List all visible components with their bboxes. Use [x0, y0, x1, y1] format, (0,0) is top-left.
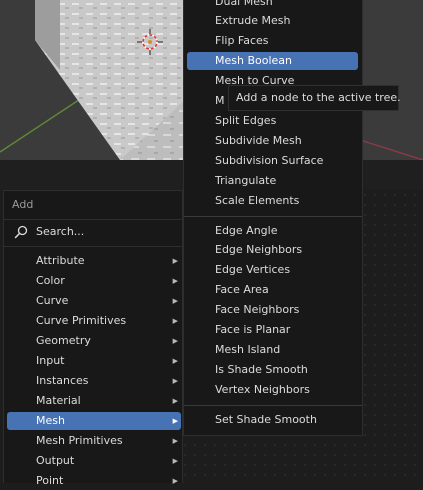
- menu-item-label: Point: [36, 474, 64, 487]
- menu-item-material[interactable]: Material ▶: [7, 392, 181, 410]
- menu-item-attribute[interactable]: Attribute ▶: [7, 252, 181, 270]
- menu-item-mesh-boolean[interactable]: Mesh Boolean: [187, 52, 358, 70]
- menu-item-set-shade-smooth[interactable]: Set Shade Smooth: [187, 411, 358, 429]
- menu-item-label: Material: [36, 394, 81, 407]
- submenu-arrow-icon: ▶: [172, 277, 178, 285]
- menu-separator: [184, 405, 362, 406]
- menu-item-geometry[interactable]: Geometry ▶: [7, 332, 181, 350]
- menu-item-vertex-neighbors[interactable]: Vertex Neighbors: [187, 381, 358, 399]
- menu-item-flip-faces[interactable]: Flip Faces: [187, 32, 358, 50]
- menu-item-dual-mesh[interactable]: Dual Mesh: [187, 0, 358, 11]
- menu-item-point[interactable]: Point ▶: [7, 472, 181, 490]
- search-label: Search...: [36, 225, 85, 238]
- menu-item-output[interactable]: Output ▶: [7, 452, 181, 470]
- menu-item-face-is-planar[interactable]: Face is Planar: [187, 321, 358, 339]
- submenu-arrow-icon: ▶: [172, 257, 178, 265]
- search-row[interactable]: Search...: [4, 219, 182, 247]
- submenu-arrow-icon: ▶: [172, 357, 178, 365]
- menu-item-label: Color: [36, 274, 65, 287]
- menu-item-label: Curve: [36, 294, 69, 307]
- menu-item-instances[interactable]: Instances ▶: [7, 372, 181, 390]
- menu-item-label: Mesh: [36, 414, 65, 427]
- tooltip: Add a node to the active tree.: [228, 85, 401, 111]
- menu-item-mesh-island[interactable]: Mesh Island: [187, 341, 358, 359]
- menu-item-subdivision-surface[interactable]: Subdivision Surface: [187, 152, 358, 170]
- search-icon: [14, 225, 28, 239]
- menu-item-curve[interactable]: Curve ▶: [7, 292, 181, 310]
- menu-item-label: Curve Primitives: [36, 314, 127, 327]
- menu-item-color[interactable]: Color ▶: [7, 272, 181, 290]
- menu-item-curve-primitives[interactable]: Curve Primitives ▶: [7, 312, 181, 330]
- submenu-arrow-icon: ▶: [172, 377, 178, 385]
- menu-item-face-area[interactable]: Face Area: [187, 281, 358, 299]
- menu-item-label: Instances: [36, 374, 89, 387]
- menu-item-label: Output: [36, 454, 75, 467]
- menu-title: Add: [12, 198, 34, 211]
- menu-item-label: Attribute: [36, 254, 85, 267]
- menu-item-mesh[interactable]: Mesh ▶: [7, 412, 181, 430]
- menu-item-scale-elements[interactable]: Scale Elements: [187, 192, 358, 210]
- menu-item-extrude-mesh[interactable]: Extrude Mesh: [187, 12, 358, 30]
- menu-item-triangulate[interactable]: Triangulate: [187, 172, 358, 190]
- mesh-submenu: Dual Mesh Extrude Mesh Flip Faces Mesh B…: [183, 0, 363, 436]
- menu-item-edge-vertices[interactable]: Edge Vertices: [187, 261, 358, 279]
- submenu-arrow-icon: ▶: [172, 397, 178, 405]
- submenu-arrow-icon: ▶: [172, 417, 178, 425]
- add-menu: Add Search... Attribute ▶ Color ▶ Curve …: [3, 190, 183, 487]
- menu-item-subdivide-mesh[interactable]: Subdivide Mesh: [187, 132, 358, 150]
- submenu-arrow-icon: ▶: [172, 437, 178, 445]
- submenu-arrow-icon: ▶: [172, 337, 178, 345]
- menu-item-split-edges[interactable]: Split Edges: [187, 112, 358, 130]
- menu-item-edge-neighbors[interactable]: Edge Neighbors: [187, 241, 358, 259]
- submenu-arrow-icon: ▶: [172, 317, 178, 325]
- menu-item-mesh-primitives[interactable]: Mesh Primitives ▶: [7, 432, 181, 450]
- menu-item-is-shade-smooth[interactable]: Is Shade Smooth: [187, 361, 358, 379]
- menu-item-face-neighbors[interactable]: Face Neighbors: [187, 301, 358, 319]
- menu-item-edge-angle[interactable]: Edge Angle: [187, 222, 358, 240]
- menu-item-label: Input: [36, 354, 65, 367]
- menu-item-label: Geometry: [36, 334, 91, 347]
- menu-item-label: Mesh Primitives: [36, 434, 123, 447]
- submenu-arrow-icon: ▶: [172, 297, 178, 305]
- submenu-arrow-icon: ▶: [172, 477, 178, 485]
- submenu-arrow-icon: ▶: [172, 457, 178, 465]
- menu-separator: [184, 216, 362, 217]
- menu-item-input[interactable]: Input ▶: [7, 352, 181, 370]
